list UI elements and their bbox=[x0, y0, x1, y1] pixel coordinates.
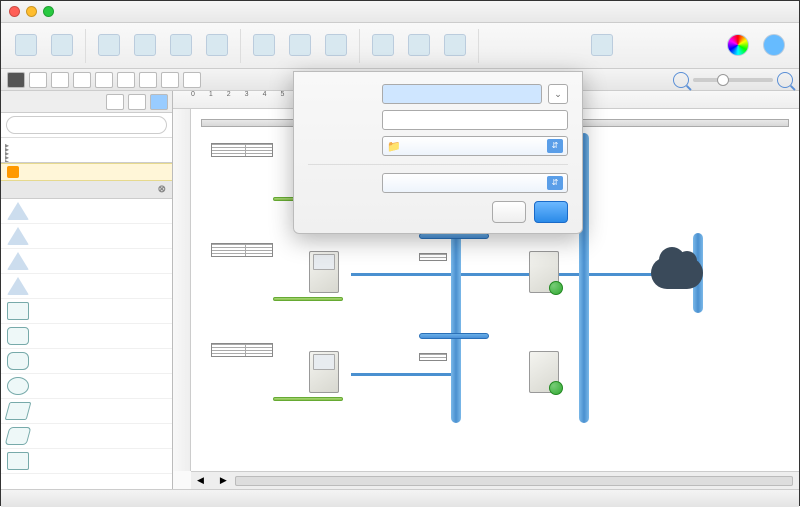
tree-item[interactable] bbox=[1, 158, 172, 162]
back-button[interactable] bbox=[402, 34, 436, 58]
bottom-bar: ◀ ▶ bbox=[191, 471, 799, 489]
horizontal-scrollbar[interactable] bbox=[235, 476, 793, 486]
shape-item[interactable] bbox=[1, 249, 172, 274]
where-select[interactable]: 📁 ⇵ bbox=[382, 136, 568, 156]
rotate-flip-button[interactable] bbox=[247, 34, 281, 58]
shape-item[interactable] bbox=[1, 199, 172, 224]
shape-item[interactable] bbox=[1, 324, 172, 349]
grid-button[interactable] bbox=[585, 34, 619, 58]
expand-dialog-button[interactable]: ⌄ bbox=[548, 84, 568, 104]
pen-tool[interactable] bbox=[161, 72, 179, 88]
data-table bbox=[211, 243, 273, 257]
connector-tool[interactable] bbox=[95, 72, 113, 88]
tags-input[interactable] bbox=[382, 110, 568, 130]
shape-item[interactable] bbox=[1, 399, 172, 424]
ruler-vertical bbox=[173, 109, 191, 471]
delete-link-button[interactable] bbox=[164, 34, 198, 58]
zoom-in-icon[interactable] bbox=[777, 72, 793, 88]
pointer-tool[interactable] bbox=[7, 72, 25, 88]
libraries-button[interactable] bbox=[9, 34, 43, 58]
zoom-slider[interactable] bbox=[693, 78, 773, 82]
file-format-select[interactable]: ⇵ bbox=[382, 173, 568, 193]
shape-item[interactable] bbox=[1, 299, 172, 324]
search-input[interactable] bbox=[6, 116, 167, 134]
shapes-list bbox=[1, 199, 172, 489]
spline-tool[interactable] bbox=[183, 72, 201, 88]
server-icon bbox=[309, 351, 339, 393]
section-drawing-shapes[interactable]: ⊗ bbox=[1, 181, 172, 199]
identical-button[interactable] bbox=[438, 34, 472, 58]
line-tool[interactable] bbox=[73, 72, 91, 88]
sidebar-tab-search[interactable] bbox=[150, 94, 168, 110]
shape-item[interactable] bbox=[1, 224, 172, 249]
shape-item[interactable] bbox=[1, 374, 172, 399]
find-more-shapes[interactable] bbox=[1, 163, 172, 181]
web-server-icon bbox=[529, 251, 559, 293]
ellipse-tool[interactable] bbox=[51, 72, 69, 88]
chain-button[interactable] bbox=[92, 34, 126, 58]
shapes-icon bbox=[7, 166, 19, 178]
node-label bbox=[419, 333, 489, 339]
close-window[interactable] bbox=[9, 6, 20, 17]
distribute-button[interactable] bbox=[319, 34, 353, 58]
network-link bbox=[351, 373, 451, 376]
cancel-button[interactable] bbox=[492, 201, 526, 223]
shape-item[interactable] bbox=[1, 449, 172, 474]
arc-tool[interactable] bbox=[117, 72, 135, 88]
shape-item[interactable] bbox=[1, 424, 172, 449]
browse-solutions-button[interactable] bbox=[45, 34, 79, 58]
titlebar bbox=[1, 1, 799, 23]
data-table bbox=[211, 343, 273, 357]
front-button[interactable] bbox=[366, 34, 400, 58]
network-link bbox=[461, 273, 579, 276]
minimize-window[interactable] bbox=[26, 6, 37, 17]
web-server-icon bbox=[529, 351, 559, 393]
save-button[interactable] bbox=[534, 201, 568, 223]
page-nav-next[interactable]: ▶ bbox=[220, 475, 227, 486]
inspectors-button[interactable] bbox=[757, 34, 791, 58]
reverse-link-button[interactable] bbox=[200, 34, 234, 58]
library-tree bbox=[1, 138, 172, 163]
save-as-input[interactable] bbox=[382, 84, 542, 104]
data-table bbox=[419, 253, 447, 261]
data-table bbox=[419, 353, 447, 361]
data-table bbox=[211, 143, 273, 157]
tree-button[interactable] bbox=[128, 34, 162, 58]
shape-item[interactable] bbox=[1, 274, 172, 299]
sidebar-tab-grid[interactable] bbox=[128, 94, 146, 110]
main-toolbar bbox=[1, 23, 799, 69]
status-bar bbox=[1, 489, 799, 507]
close-section-icon[interactable]: ⊗ bbox=[158, 184, 166, 195]
sidebar: ⊗ bbox=[1, 91, 173, 489]
status-pill bbox=[273, 297, 343, 301]
network-link bbox=[351, 273, 451, 276]
page-nav-prev[interactable]: ◀ bbox=[197, 475, 204, 486]
align-button[interactable] bbox=[283, 34, 317, 58]
cloud-icon bbox=[651, 257, 703, 289]
zoom-out-icon[interactable] bbox=[673, 72, 689, 88]
rect-tool[interactable] bbox=[29, 72, 47, 88]
server-icon bbox=[309, 251, 339, 293]
text-tool[interactable] bbox=[139, 72, 157, 88]
zoom-window[interactable] bbox=[43, 6, 54, 17]
save-dialog: ⌄ 📁 ⇵ ⇵ bbox=[293, 71, 583, 234]
status-pill bbox=[273, 397, 343, 401]
color-button[interactable] bbox=[721, 34, 755, 58]
sidebar-tab-list[interactable] bbox=[106, 94, 124, 110]
shape-item[interactable] bbox=[1, 349, 172, 374]
